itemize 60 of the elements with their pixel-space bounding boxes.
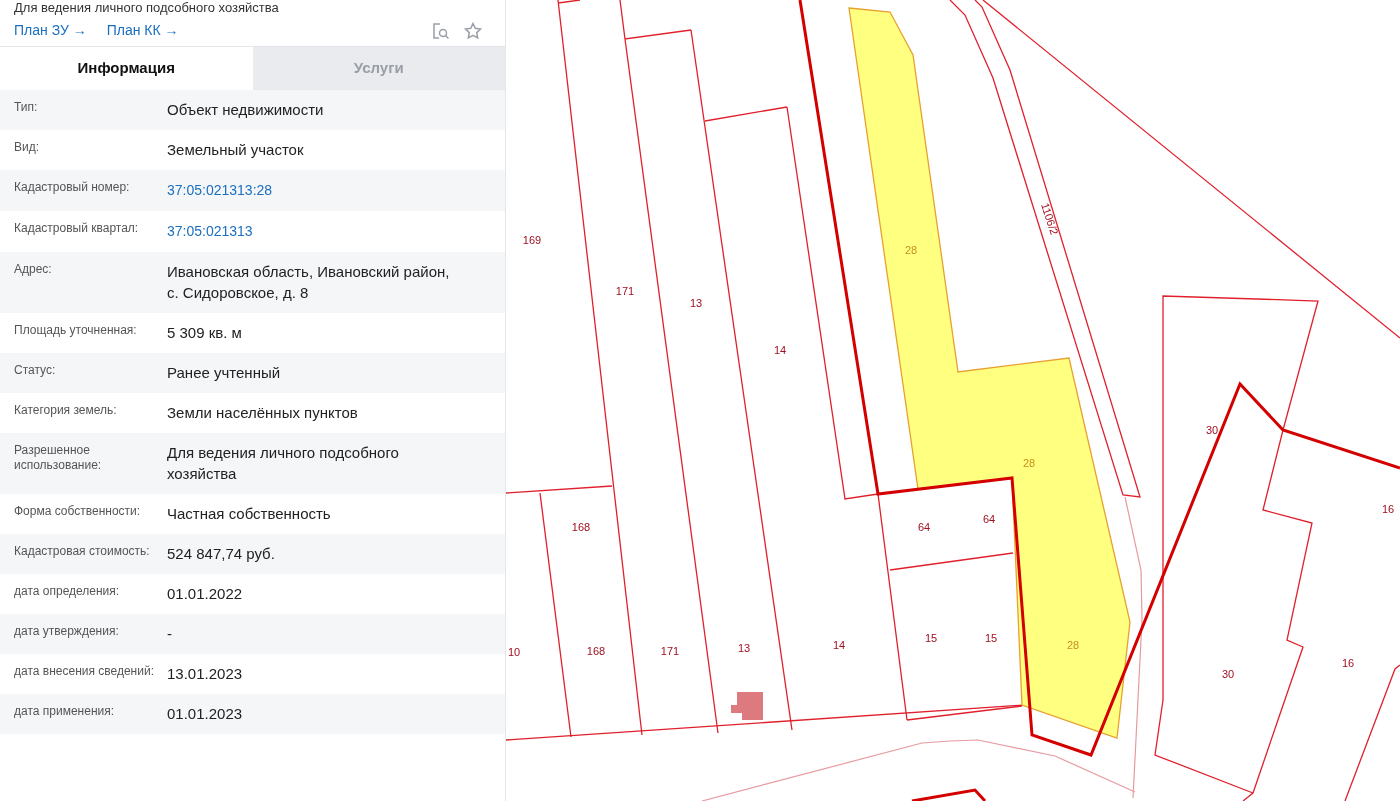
plan-link[interactable]: План ЗУ → (14, 20, 87, 41)
parcel-number: 13 (689, 297, 703, 309)
field-label: Кадастровый номер: (13, 180, 131, 195)
star-icon[interactable] (463, 20, 483, 41)
field-label: дата применения: (13, 704, 116, 719)
parcel-number: 13 (737, 642, 751, 654)
field-label: Вид: (13, 140, 41, 155)
parcel-number: 15 (984, 632, 998, 644)
parcel-number: 64 (982, 513, 996, 525)
parcel-number: 15 (924, 632, 938, 644)
field-value: 01.01.2022 (167, 585, 243, 602)
plan-link[interactable]: План КК → (106, 20, 179, 41)
parcel-number: 64 (917, 521, 931, 533)
field-label: Тип: (13, 100, 39, 115)
parcel-number: 16 (1341, 657, 1355, 669)
field-value: Земельный участок (167, 141, 304, 158)
parcel-number: 14 (773, 344, 787, 356)
field-value: 13.01.2023 (167, 665, 243, 682)
field-label: Статус: (13, 363, 57, 378)
parcel-number: 169 (522, 234, 542, 246)
field-value: Частная собственность (167, 505, 331, 522)
field-label: дата внесения сведений: (13, 664, 155, 679)
parcel-number: 14 (832, 639, 846, 651)
field-value: Объект недвижимости (167, 101, 324, 118)
parcel-number: 28 (1066, 639, 1080, 651)
parcel-number: 28 (1022, 457, 1036, 469)
selected-parcel[interactable] (848, 7, 1131, 739)
field-label: Кадастровая стоимость: (13, 544, 151, 559)
field-label: Площадь уточненная: (13, 323, 138, 338)
parcel-number: 171 (615, 285, 635, 297)
field-value: 01.01.2023 (167, 705, 243, 722)
parcel-number: 168 (586, 645, 606, 657)
field-label: Адрес: (13, 262, 53, 277)
field-value: 5 309 кв. м (167, 324, 242, 341)
parcel-number: 28 (904, 244, 918, 256)
field-value: Для ведения личного подсобного хозяйства (167, 444, 399, 482)
field-value: 524 847,74 руб. (167, 545, 275, 562)
field-label: дата утверждения: (13, 624, 120, 639)
cadastral-link[interactable]: 37:05:021313 (167, 223, 253, 239)
parcel-number: 168 (571, 521, 591, 533)
field-label: Разрешенное использование: (13, 443, 103, 473)
field-label: Категория земель: (13, 403, 118, 418)
parcel-number: 171 (660, 645, 680, 657)
field-value: Ранее учтенный (167, 364, 281, 381)
document-search-icon[interactable] (431, 20, 451, 41)
field-label: Форма собственности: (13, 504, 142, 519)
field-label: дата определения: (13, 584, 121, 599)
cadastral-map[interactable]: 169 171 13 14 28 1106/2 30 28 16 168 64 64 10 168 171 13 14 15 15 28 30 16 (506, 0, 1400, 801)
parcel-number: 10 (507, 646, 521, 658)
parcel-number: 30 (1221, 668, 1235, 680)
cadastral-link[interactable]: 37:05:021313:28 (167, 182, 273, 198)
field-value: Ивановская область, Ивановский район, с. Сидоровское, д. 8 (167, 263, 450, 301)
parcel-title: Для ведения личного подсобного хозяйства (14, 0, 279, 15)
field-value: - (167, 625, 172, 642)
field-label: Кадастровый квартал: (13, 221, 140, 236)
building-shape (731, 692, 763, 720)
parcel-number: 1106/2 (1039, 201, 1061, 237)
field-value: Земли населённых пунктов (167, 404, 358, 421)
parcel-number: 16 (1381, 503, 1395, 515)
parcel-number: 30 (1205, 424, 1219, 436)
